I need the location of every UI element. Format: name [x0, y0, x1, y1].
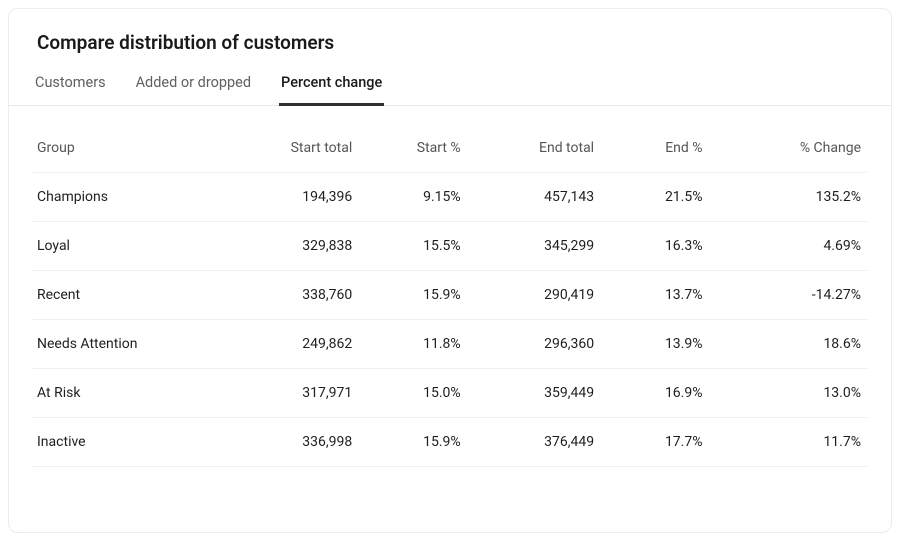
table-row: Loyal329,83815.5%345,29916.3%4.69%: [33, 222, 867, 271]
distribution-table: Group Start total Start % End total End …: [33, 124, 867, 467]
cell-end_total: 345,299: [467, 222, 600, 271]
cell-start_total: 317,971: [225, 369, 358, 418]
cell-end_total: 376,449: [467, 418, 600, 467]
tab-customers[interactable]: Customers: [33, 68, 108, 106]
cell-start_pct: 9.15%: [358, 173, 466, 222]
cell-end_pct: 13.7%: [600, 271, 708, 320]
cell-end_pct: 16.9%: [600, 369, 708, 418]
cell-group: At Risk: [33, 369, 225, 418]
table-row: Champions194,3969.15%457,14321.5%135.2%: [33, 173, 867, 222]
cell-group: Inactive: [33, 418, 225, 467]
col-group: Group: [33, 124, 225, 173]
cell-end_pct: 17.7%: [600, 418, 708, 467]
table-row: Recent338,76015.9%290,41913.7%-14.27%: [33, 271, 867, 320]
cell-change: -14.27%: [709, 271, 868, 320]
cell-end_total: 290,419: [467, 271, 600, 320]
cell-change: 13.0%: [709, 369, 868, 418]
table-row: At Risk317,97115.0%359,44916.9%13.0%: [33, 369, 867, 418]
table-header-row: Group Start total Start % End total End …: [33, 124, 867, 173]
cell-group: Recent: [33, 271, 225, 320]
distribution-card: Compare distribution of customers Custom…: [8, 8, 892, 533]
cell-start_total: 338,760: [225, 271, 358, 320]
col-end-total: End total: [467, 124, 600, 173]
tabs: Customers Added or dropped Percent chang…: [9, 68, 891, 106]
col-start-total: Start total: [225, 124, 358, 173]
cell-change: 4.69%: [709, 222, 868, 271]
cell-end_pct: 16.3%: [600, 222, 708, 271]
cell-start_total: 336,998: [225, 418, 358, 467]
cell-change: 18.6%: [709, 320, 868, 369]
cell-start_pct: 15.9%: [358, 271, 466, 320]
cell-end_pct: 13.9%: [600, 320, 708, 369]
cell-start_pct: 15.9%: [358, 418, 466, 467]
cell-group: Loyal: [33, 222, 225, 271]
table-row: Inactive336,99815.9%376,44917.7%11.7%: [33, 418, 867, 467]
tab-added-or-dropped[interactable]: Added or dropped: [134, 68, 253, 106]
cell-change: 11.7%: [709, 418, 868, 467]
col-start-pct: Start %: [358, 124, 466, 173]
cell-start_total: 329,838: [225, 222, 358, 271]
cell-group: Needs Attention: [33, 320, 225, 369]
tab-percent-change[interactable]: Percent change: [279, 68, 384, 106]
cell-change: 135.2%: [709, 173, 868, 222]
cell-start_total: 194,396: [225, 173, 358, 222]
cell-start_pct: 15.0%: [358, 369, 466, 418]
col-end-pct: End %: [600, 124, 708, 173]
col-change: % Change: [709, 124, 868, 173]
page-title: Compare distribution of customers: [33, 31, 867, 54]
cell-start_pct: 15.5%: [358, 222, 466, 271]
table-row: Needs Attention249,86211.8%296,36013.9%1…: [33, 320, 867, 369]
cell-end_total: 359,449: [467, 369, 600, 418]
cell-start_pct: 11.8%: [358, 320, 466, 369]
cell-end_pct: 21.5%: [600, 173, 708, 222]
cell-start_total: 249,862: [225, 320, 358, 369]
cell-end_total: 296,360: [467, 320, 600, 369]
cell-group: Champions: [33, 173, 225, 222]
cell-end_total: 457,143: [467, 173, 600, 222]
